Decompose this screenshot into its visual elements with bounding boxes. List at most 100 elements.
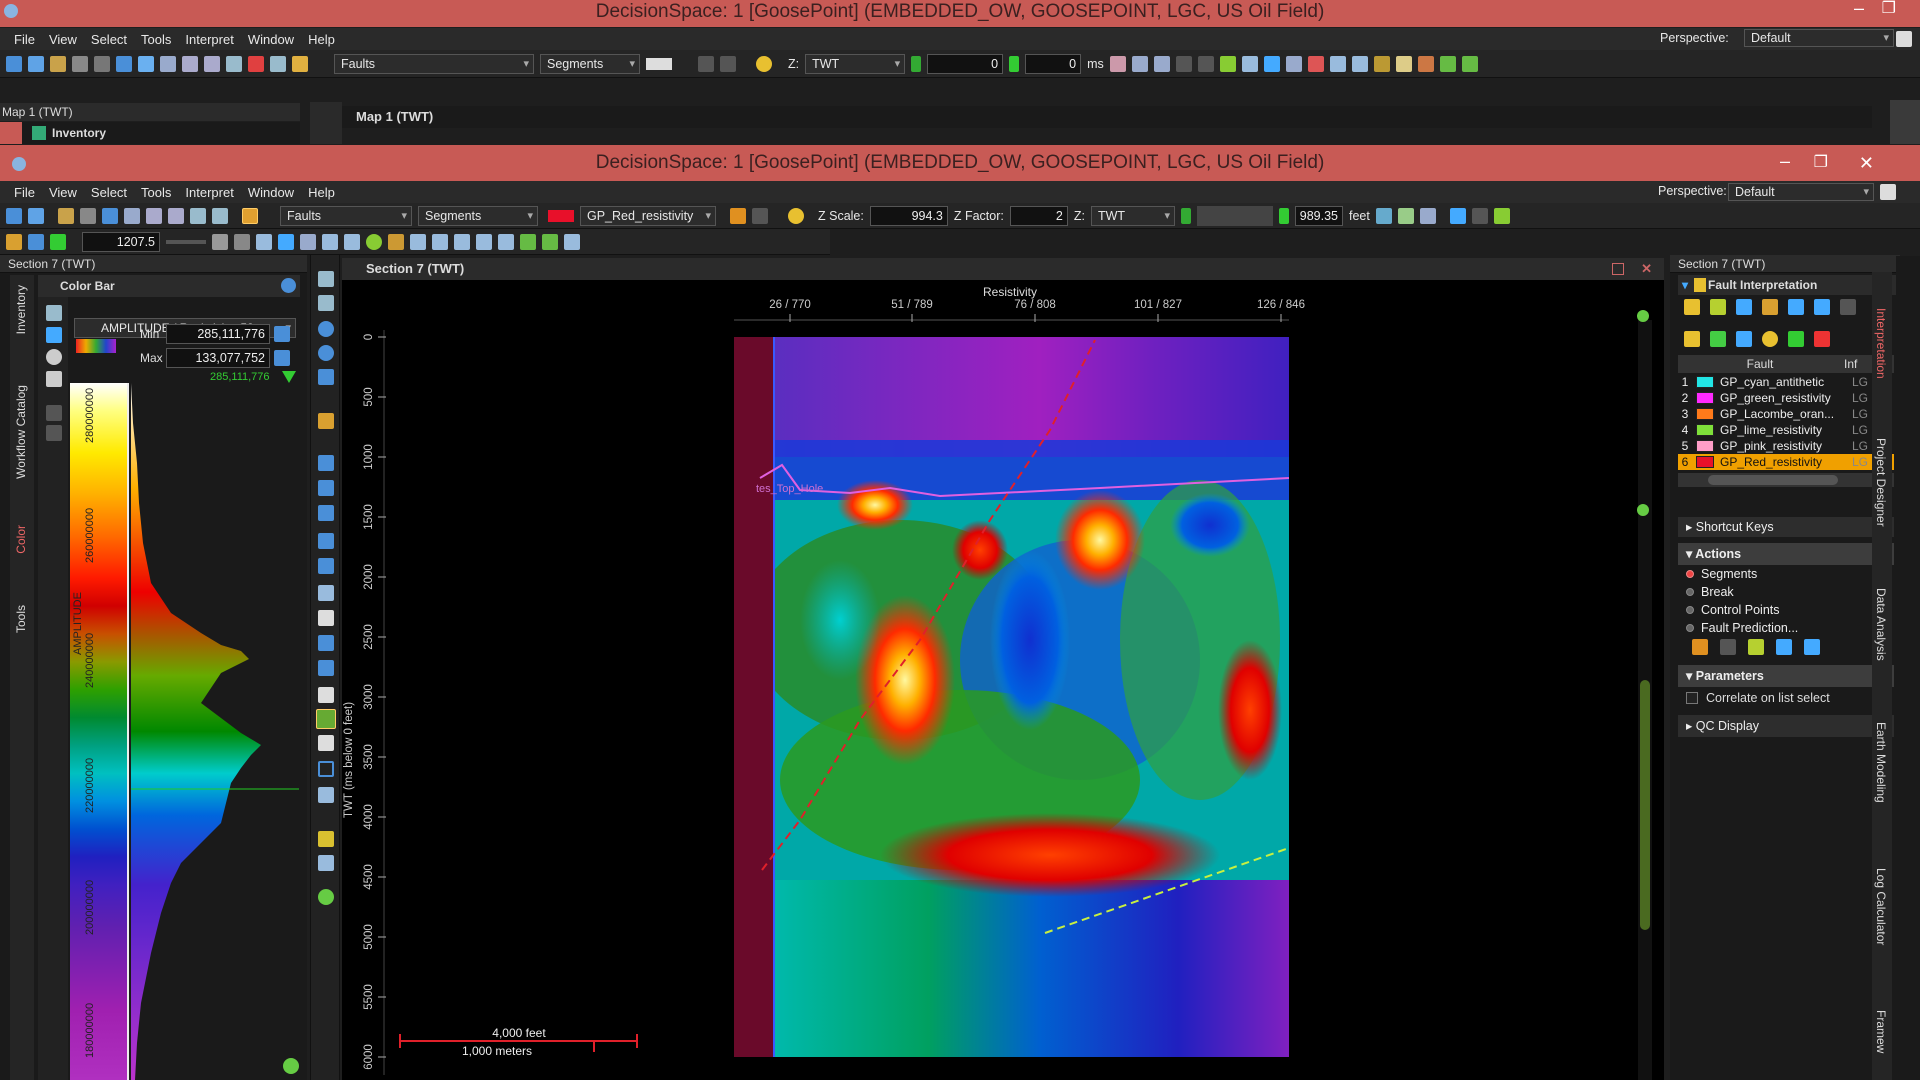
fault-color-swatch[interactable]	[1696, 440, 1714, 452]
action-segments[interactable]: Segments	[1678, 565, 1894, 583]
plot-icon[interactable]	[1285, 55, 1302, 72]
maximize-button[interactable]: ❐	[1882, 0, 1896, 20]
main-undo-icon[interactable]	[730, 207, 746, 224]
at-undo-icon[interactable]	[1692, 639, 1708, 655]
fault-row[interactable]: 5 GP_pink_resistivity LG	[1678, 438, 1894, 454]
min-reset-icon[interactable]	[274, 326, 290, 342]
cb-undo-icon[interactable]	[46, 405, 62, 421]
main-sun-icon[interactable]	[788, 207, 804, 224]
ft-b-icon[interactable]	[1710, 299, 1726, 315]
main-close-button[interactable]: ✕	[1859, 145, 1874, 181]
step-back-icon[interactable]	[911, 55, 922, 72]
section-close-icon[interactable]: ✕	[1641, 258, 1652, 280]
main-tool-c-icon[interactable]	[1419, 207, 1436, 224]
main-menu-view[interactable]: View	[49, 185, 77, 200]
st-l-icon[interactable]	[318, 635, 334, 651]
fault-table-header[interactable]: Fault	[1678, 355, 1842, 373]
fault-row[interactable]: 6 GP_Red_resistivity LG	[1678, 454, 1894, 470]
menu-window[interactable]: Window	[248, 32, 294, 47]
main-segments-dropdown[interactable]: Segments	[418, 205, 538, 226]
action-break[interactable]: Break	[1678, 583, 1894, 601]
globe-icon[interactable]	[138, 55, 154, 72]
section-float-icon[interactable]	[1612, 263, 1624, 275]
zoom-in-icon[interactable]	[283, 1058, 299, 1074]
st-rotate-icon[interactable]	[318, 345, 334, 361]
ft-c-icon[interactable]	[1736, 299, 1752, 315]
tool-b-icon[interactable]	[1131, 55, 1148, 72]
grid-plus-icon[interactable]	[1439, 55, 1456, 72]
tool-c-icon[interactable]	[1153, 55, 1170, 72]
section-tab[interactable]: Section 7 (TWT) ✕	[342, 258, 1664, 280]
cb-a-icon[interactable]	[46, 305, 62, 321]
st-zoomin-icon[interactable]	[318, 889, 334, 905]
fault-color-swatch[interactable]	[1696, 392, 1714, 404]
row2-b-icon[interactable]	[28, 233, 44, 250]
ft-h-icon[interactable]	[1684, 331, 1700, 347]
row2-a-icon[interactable]	[6, 233, 22, 250]
row2-dots-icon[interactable]	[344, 233, 360, 250]
zfactor-input[interactable]: 2	[1009, 205, 1068, 226]
main-menu-file[interactable]: File	[14, 185, 35, 200]
st-pencil-icon[interactable]	[318, 831, 334, 847]
cb-palette-icon[interactable]	[46, 349, 62, 365]
row2-slider[interactable]	[166, 239, 206, 244]
field-1[interactable]: 0	[927, 53, 1004, 74]
main-step-forward-icon[interactable]	[1278, 207, 1289, 224]
print-icon[interactable]	[226, 55, 242, 72]
save-icon[interactable]	[28, 55, 44, 72]
move-icon[interactable]	[160, 55, 176, 72]
fault-color-swatch[interactable]	[1696, 408, 1714, 420]
at-c-icon[interactable]	[1804, 639, 1820, 655]
tab-interpretation[interactable]: Interpretation	[1874, 308, 1888, 379]
seismic-section[interactable]	[734, 337, 1289, 1057]
grid-icon[interactable]	[182, 55, 198, 72]
cb-doc-icon[interactable]	[46, 371, 62, 387]
main-menu-interpret[interactable]: Interpret	[185, 185, 233, 200]
menu-help[interactable]: Help	[308, 32, 335, 47]
main-open-icon[interactable]	[58, 207, 74, 224]
st-e-icon[interactable]	[318, 455, 334, 471]
pencil-icon[interactable]	[292, 55, 308, 72]
main-step-back-icon[interactable]	[1180, 207, 1191, 224]
top-marker-icon[interactable]	[282, 371, 296, 383]
tab-tools[interactable]: Tools	[14, 605, 28, 633]
parameters-header[interactable]: ▾ Parameters	[1678, 665, 1894, 687]
open-icon[interactable]	[50, 55, 66, 72]
fault-table-hscroll-thumb[interactable]	[1708, 475, 1838, 485]
tab-log-calculator[interactable]: Log Calculator	[1874, 868, 1888, 945]
st-g-icon[interactable]	[318, 505, 334, 521]
tab-project-designer[interactable]: Project Designer	[1874, 438, 1888, 527]
depth-input[interactable]: 989.35	[1294, 205, 1343, 226]
pin-icon[interactable]	[1219, 55, 1236, 72]
fault-table-hscroll[interactable]	[1678, 473, 1894, 487]
highlight-b-icon[interactable]	[1395, 55, 1412, 72]
colormap-preview-icon[interactable]	[76, 323, 116, 363]
main-menu-window[interactable]: Window	[248, 185, 294, 200]
table-icon[interactable]	[1241, 55, 1258, 72]
menu-tools[interactable]: Tools	[141, 32, 171, 47]
row2-table-icon[interactable]	[256, 233, 272, 250]
tool-a-icon[interactable]	[1109, 55, 1126, 72]
correlate-checkbox[interactable]	[1686, 692, 1698, 704]
main-menu-tools[interactable]: Tools	[141, 185, 171, 200]
max-input[interactable]: 133,077,752	[166, 348, 270, 368]
ft-f-icon[interactable]	[1814, 299, 1830, 315]
at-redo-icon[interactable]	[1720, 639, 1736, 655]
main-copy-icon[interactable]	[80, 207, 96, 224]
menu-interpret[interactable]: Interpret	[185, 32, 233, 47]
fault-dropdown[interactable]: GP_Red_resistivity	[580, 205, 716, 226]
color-swatch[interactable]	[646, 57, 672, 70]
faults-dropdown[interactable]: Faults	[334, 53, 534, 74]
main-menu-help[interactable]: Help	[308, 185, 335, 200]
st-r-icon[interactable]	[318, 855, 334, 871]
row2-list-icon[interactable]	[322, 233, 338, 250]
perspective-dropdown[interactable]: Default	[1744, 29, 1894, 47]
ft-i-icon[interactable]	[1710, 331, 1726, 347]
ft-e-icon[interactable]	[1788, 299, 1804, 315]
menu-select[interactable]: Select	[91, 32, 127, 47]
z-dropdown[interactable]: TWT	[805, 53, 906, 74]
scrollbar-thumb[interactable]	[1640, 680, 1650, 930]
st-n-icon[interactable]	[318, 687, 334, 703]
tab-earth-modeling[interactable]: Earth Modeling	[1874, 722, 1888, 803]
row2-h-icon[interactable]	[454, 233, 470, 250]
